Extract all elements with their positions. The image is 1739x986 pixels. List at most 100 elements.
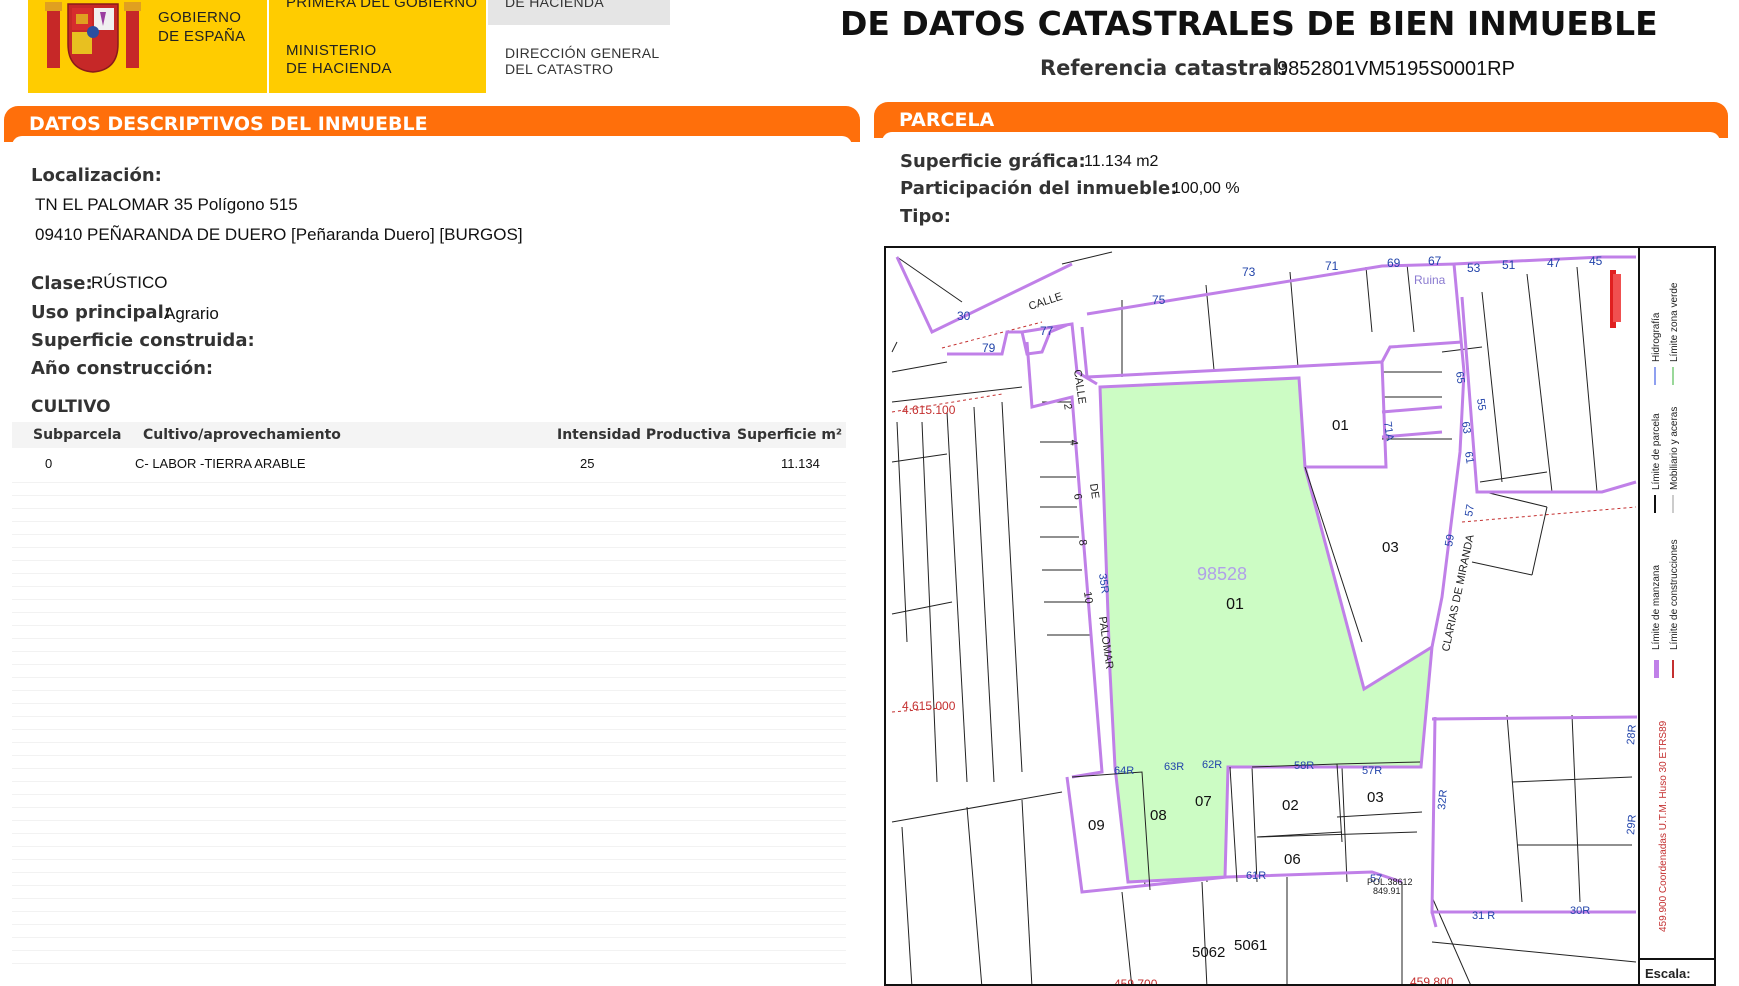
map-label: 459.700: [1114, 977, 1158, 986]
map-label: 79: [982, 341, 996, 355]
table-stripe: [12, 807, 846, 808]
map-label: 06: [1284, 851, 1301, 868]
logo-divider: [267, 0, 269, 93]
table-stripe: [12, 898, 846, 899]
cell-subparcela: 0: [45, 456, 53, 471]
table-stripe: [12, 820, 846, 821]
map-label: 61: [1462, 451, 1476, 465]
ministry-line2: DE HACIENDA: [286, 60, 392, 77]
map-label: 35R: [1096, 573, 1111, 595]
table-stripe: [12, 612, 846, 613]
table-stripe: [12, 703, 846, 704]
refcat-value: 9852801VM5195S0001RP: [1277, 58, 1515, 80]
sup-grafica-value: 11.134 m2: [1084, 153, 1159, 170]
map-label: 69: [1387, 256, 1401, 270]
map-label: 55: [1474, 398, 1488, 412]
map-label: 63R: [1164, 761, 1184, 773]
table-stripe: [12, 690, 846, 691]
sup-grafica-label: Superficie gráfica:: [900, 151, 1086, 172]
map-label: 5062: [1192, 944, 1225, 961]
map-label: 64R: [1114, 765, 1134, 777]
map-label: 98528: [1197, 564, 1247, 584]
map-legend: Límite de manzana Límite de parcela Hidr…: [1645, 282, 1691, 981]
section-bar-inner: [882, 132, 1720, 142]
table-stripe: [12, 599, 846, 600]
table-stripe: [12, 768, 846, 769]
map-label: 31 R: [1472, 910, 1495, 922]
table-stripe: [12, 911, 846, 912]
legend-item: Mobiliario y aceras: [1669, 407, 1680, 490]
map-label: 62R: [1202, 759, 1222, 771]
legend-item: Límite de construcciones: [1669, 539, 1680, 650]
uso-label: Uso principal:: [31, 302, 171, 323]
map-label: 07: [1195, 793, 1212, 810]
table-stripe: [12, 534, 846, 535]
cell-intensidad: 25: [580, 456, 595, 471]
refcat-label: Referencia catastral:: [1040, 56, 1288, 80]
map-label: 10: [1081, 591, 1095, 605]
map-label: 63: [1459, 421, 1473, 435]
map-label: 77: [1040, 324, 1054, 338]
map-svg: 98528 01 30 75 73 71 69 67 53 51 47 45 R…: [891, 248, 1714, 986]
map-label: 03: [1382, 539, 1399, 556]
header-cut-text: PRIMERA DEL GOBIERNO: [286, 0, 478, 11]
utm-label: 459.900 Coordenadas U.T.M. Huso 30 ETRS8…: [1658, 720, 1669, 932]
legend-item: Hidrografía: [1651, 312, 1662, 362]
page-title: DE DATOS CATASTRALES DE BIEN INMUEBLE: [840, 4, 1658, 43]
table-stripe: [12, 742, 846, 743]
table-stripe: [12, 781, 846, 782]
map-label: 59: [1443, 533, 1457, 547]
map-label: 4: [1067, 439, 1080, 447]
table-stripe: [12, 495, 846, 496]
table-stripe: [12, 755, 846, 756]
direccion-line1: DIRECCIÓN GENERAL: [505, 45, 660, 61]
map-label: 849.91: [1373, 886, 1401, 896]
legend-item: Límite zona verde: [1669, 282, 1680, 362]
table-stripe: [12, 859, 846, 860]
table-stripe: [12, 638, 846, 639]
uso-value: Agrario: [164, 304, 219, 323]
map-label: 09: [1088, 817, 1105, 834]
map-label: 02: [1282, 797, 1299, 814]
map-label: 67: [1428, 254, 1442, 268]
localizacion-label: Localización:: [31, 165, 162, 186]
map-label: 6: [1071, 493, 1084, 501]
map-label: 47: [1547, 256, 1561, 270]
map-label: CALLE: [1027, 291, 1064, 313]
cell-superficie: 11.134: [781, 456, 820, 471]
table-stripe: [12, 846, 846, 847]
map-label: 61R: [1246, 870, 1266, 882]
map-label: 73: [1242, 265, 1256, 279]
table-stripe: [12, 924, 846, 925]
table-stripe: [12, 677, 846, 678]
clase-value: RÚSTICO: [91, 273, 168, 292]
table-stripe: [12, 664, 846, 665]
table-stripe: [12, 716, 846, 717]
table-stripe: [12, 573, 846, 574]
table-stripe: [12, 885, 846, 886]
map-label: DE: [1087, 483, 1101, 500]
map-label: 75: [1152, 293, 1166, 307]
clase-label: Clase:: [31, 273, 93, 294]
address-line1: TN EL PALOMAR 35 Polígono 515: [35, 195, 298, 214]
cadastral-map[interactable]: 98528 01 30 75 73 71 69 67 53 51 47 45 R…: [884, 246, 1716, 986]
map-label: 4.615.100: [902, 403, 956, 417]
map-label: CLARIAS DE MIRANDA: [1440, 533, 1477, 653]
parcel-marker-icon: [1610, 270, 1621, 328]
map-label: 32R: [1436, 789, 1450, 810]
map-label: 30: [957, 309, 971, 323]
map-label: 30R: [1570, 905, 1590, 917]
map-label: 5061: [1234, 937, 1267, 954]
legend-item: Límite de parcela: [1651, 413, 1662, 490]
address-line2: 09410 PEÑARANDA DE DUERO [Peñaranda Duer…: [35, 225, 523, 244]
legend-item: Límite de manzana: [1651, 565, 1662, 650]
direccion-line2: DEL CATASTRO: [505, 61, 614, 77]
th-superficie: Superficie m²: [737, 427, 843, 443]
map-label: 01: [1332, 417, 1349, 434]
cultivo-table: Subparcela Cultivo/aprovechamiento Inten…: [12, 420, 846, 980]
map-label: 71: [1325, 259, 1339, 273]
gov-line2: DE ESPAÑA: [158, 28, 246, 45]
table-stripe: [12, 547, 846, 548]
table-stripe: [12, 963, 846, 964]
ministry-line1: MINISTERIO: [286, 42, 377, 59]
